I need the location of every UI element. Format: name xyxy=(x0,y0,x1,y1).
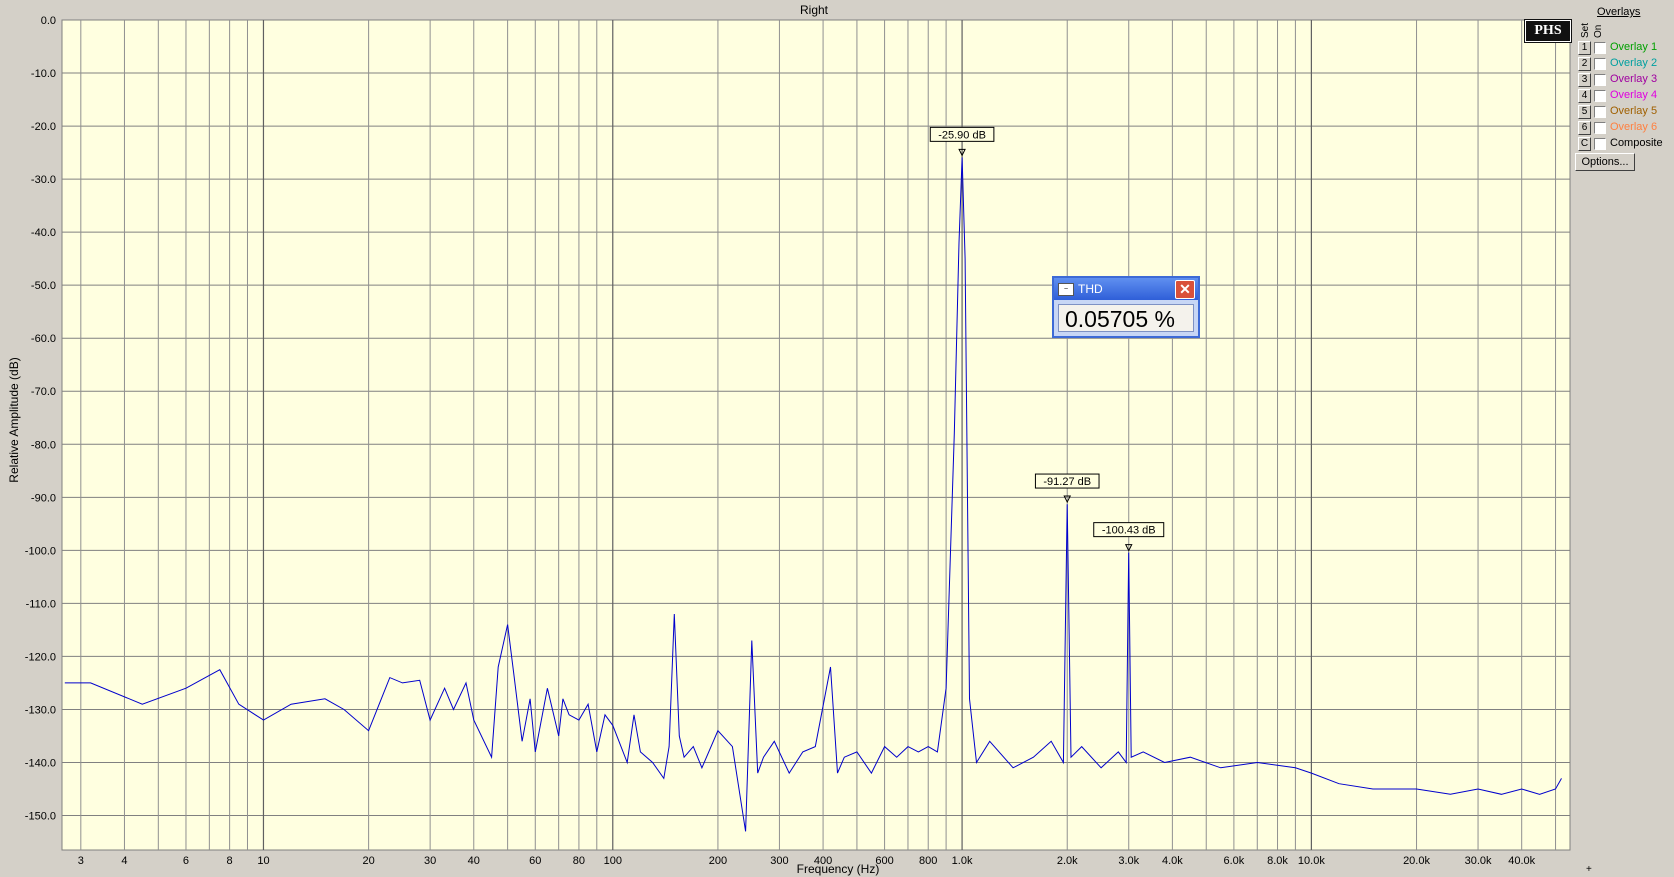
peak-label: -100.43 dB xyxy=(1102,525,1156,537)
x-tick-label: 10.0k xyxy=(1298,855,1325,867)
x-tick-label: 40.0k xyxy=(1508,855,1535,867)
overlay-label: Overlay 2 xyxy=(1610,57,1658,69)
y-tick-label: -80.0 xyxy=(31,439,56,451)
x-tick-label: 6 xyxy=(183,855,189,867)
overlay-label: Overlay 4 xyxy=(1610,89,1658,101)
y-axis-label: Relative Amplitude (dB) xyxy=(7,357,21,482)
overlay-on-checkbox[interactable] xyxy=(1594,138,1606,150)
plot-area[interactable] xyxy=(61,19,1571,851)
overlay-label: Composite xyxy=(1610,137,1663,149)
x-tick-label: 4 xyxy=(121,855,127,867)
overlay-row-1: 1 Overlay 1 xyxy=(1578,41,1674,55)
thd-window[interactable]: ~ THD ✕ 0.05705 % xyxy=(1052,276,1200,338)
y-tick-label: 0.0 xyxy=(41,15,56,27)
thd-titlebar[interactable]: ~ THD ✕ xyxy=(1054,278,1198,300)
x-tick-label: 300 xyxy=(770,855,788,867)
x-tick-label: 20 xyxy=(362,855,374,867)
close-icon[interactable]: ✕ xyxy=(1175,280,1195,299)
chart-title: Right xyxy=(800,3,829,17)
overlay-on-checkbox[interactable] xyxy=(1594,106,1606,118)
y-tick-label: -150.0 xyxy=(25,811,56,823)
thd-title: THD xyxy=(1078,282,1103,296)
overlays-title: Overlays xyxy=(1597,6,1641,18)
overlay-on-checkbox[interactable] xyxy=(1594,42,1606,54)
y-tick-label: -120.0 xyxy=(25,651,56,663)
phs-logo: PHS xyxy=(1525,20,1571,42)
column-header-on: On xyxy=(1593,24,1604,38)
x-tick-label: 30 xyxy=(424,855,436,867)
x-tick-label: 10 xyxy=(257,855,269,867)
x-tick-label: 3 xyxy=(78,855,84,867)
y-tick-label: -30.0 xyxy=(31,174,56,186)
column-header-set: Set xyxy=(1580,22,1591,38)
overlay-row-5: 5 Overlay 5 xyxy=(1578,105,1674,119)
x-tick-label: 60 xyxy=(529,855,541,867)
overlay-row-6: 6 Overlay 6 xyxy=(1578,121,1674,135)
options-button[interactable]: Options... xyxy=(1575,153,1635,171)
x-axis-label: Frequency (Hz) xyxy=(797,862,880,876)
overlay-set-button[interactable]: 2 xyxy=(1578,57,1591,71)
x-tick-label: 20.0k xyxy=(1403,855,1430,867)
peak-label: -91.27 dB xyxy=(1043,476,1091,488)
y-tick-label: -70.0 xyxy=(31,386,56,398)
y-tick-label: -100.0 xyxy=(25,545,56,557)
x-tick-label: 40 xyxy=(468,855,480,867)
overlay-set-button[interactable]: 6 xyxy=(1578,121,1591,135)
x-tick-label: 30.0k xyxy=(1465,855,1492,867)
x-tick-label: 2.0k xyxy=(1057,855,1078,867)
resize-corner-icon[interactable]: + xyxy=(1586,864,1592,875)
waveform-icon: ~ xyxy=(1058,283,1074,296)
y-tick-label: -40.0 xyxy=(31,227,56,239)
overlay-on-checkbox[interactable] xyxy=(1594,74,1606,86)
y-tick-labels: 0.0 -10.0 -20.0 -30.0 -40.0 -50.0 -60.0 -70.0 -8… xyxy=(25,15,56,823)
y-tick-label: -10.0 xyxy=(31,68,56,80)
y-tick-label: -60.0 xyxy=(31,333,56,345)
overlay-set-button[interactable]: 5 xyxy=(1578,105,1591,119)
y-tick-label: -110.0 xyxy=(26,598,56,610)
overlay-set-button[interactable]: C xyxy=(1578,137,1591,151)
overlay-set-button[interactable]: 4 xyxy=(1578,89,1591,103)
x-tick-label: 100 xyxy=(604,855,622,867)
y-tick-label: -130.0 xyxy=(25,704,56,716)
overlay-on-checkbox[interactable] xyxy=(1594,58,1606,70)
overlay-set-button[interactable]: 1 xyxy=(1578,41,1591,55)
overlay-label: Overlay 3 xyxy=(1610,73,1658,85)
overlay-row-3: 3 Overlay 3 xyxy=(1578,73,1674,87)
y-tick-label: -50.0 xyxy=(31,280,56,292)
overlay-on-checkbox[interactable] xyxy=(1594,122,1606,134)
x-tick-label: 80 xyxy=(573,855,585,867)
overlay-row-2: 2 Overlay 2 xyxy=(1578,57,1674,71)
spectrum-chart[interactable]: Right 0.0 -10.0 -20.0 -30.0 -40.0 -50.0 -60.0 -… xyxy=(0,0,1674,877)
overlay-label: Overlay 5 xyxy=(1610,105,1658,117)
x-tick-label: 1.0k xyxy=(952,855,973,867)
y-tick-label: -20.0 xyxy=(31,121,56,133)
peak-label: -25.90 dB xyxy=(938,129,986,141)
overlay-row-4: 4 Overlay 4 xyxy=(1578,89,1674,103)
x-tick-label: 200 xyxy=(709,855,727,867)
overlay-label: Overlay 6 xyxy=(1610,121,1658,133)
x-tick-label: 800 xyxy=(919,855,937,867)
x-tick-label: 8.0k xyxy=(1267,855,1288,867)
overlay-on-checkbox[interactable] xyxy=(1594,90,1606,102)
thd-value: 0.05705 % xyxy=(1058,304,1194,332)
overlay-set-button[interactable]: 3 xyxy=(1578,73,1591,87)
x-tick-label: 8 xyxy=(227,855,233,867)
x-tick-label: 6.0k xyxy=(1223,855,1244,867)
x-tick-label: 4.0k xyxy=(1162,855,1183,867)
overlay-row-composite: C Composite xyxy=(1578,137,1674,151)
x-tick-label: 3.0k xyxy=(1118,855,1139,867)
y-tick-label: -140.0 xyxy=(25,757,56,769)
y-tick-label: -90.0 xyxy=(31,492,56,504)
overlay-label: Overlay 1 xyxy=(1610,41,1658,53)
